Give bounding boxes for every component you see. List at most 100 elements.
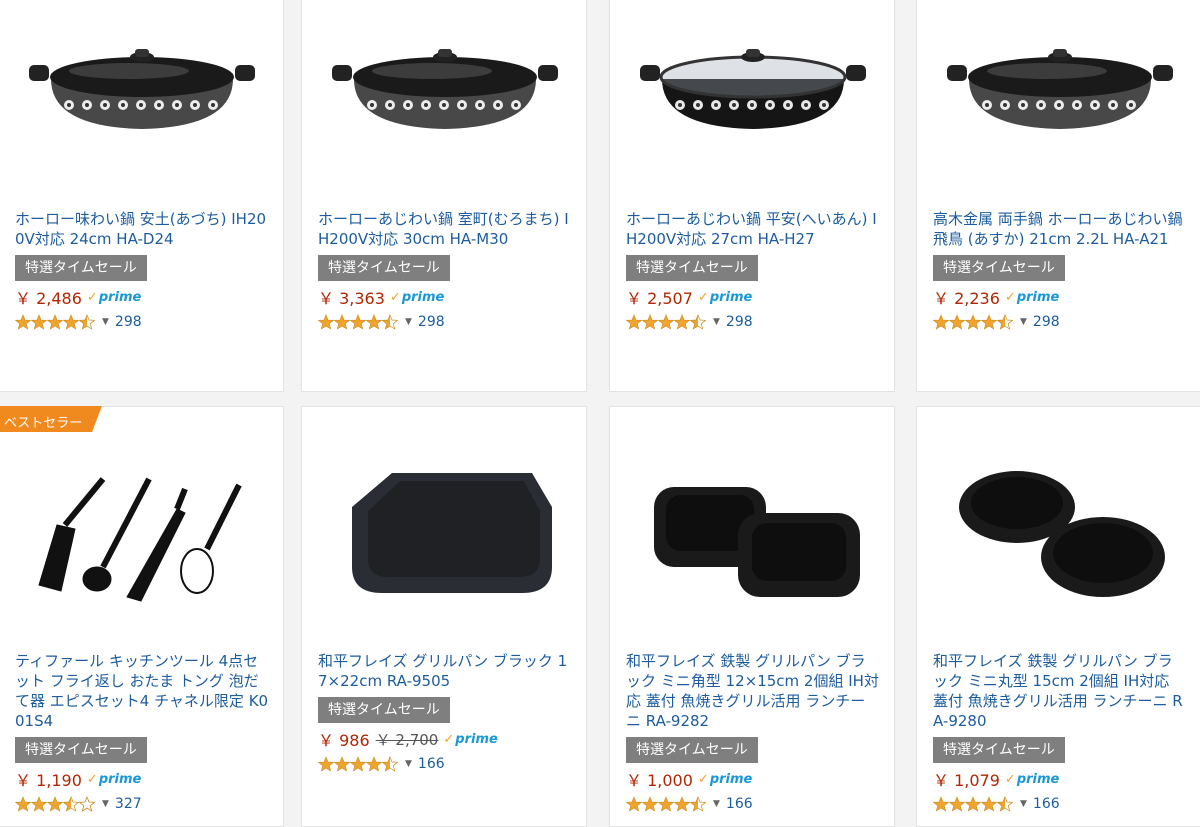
star-rating[interactable] (318, 756, 398, 772)
star-icon (47, 796, 63, 812)
price: ￥ 1,000 (626, 771, 693, 790)
review-count[interactable]: 298 (726, 314, 753, 330)
review-count[interactable]: 298 (418, 314, 445, 330)
star-icon (15, 796, 31, 812)
prime-label: prime (1016, 771, 1060, 787)
prime-label: prime (709, 289, 753, 305)
product-card[interactable]: ティファール キッチンツール 4点セット フライ返し おたま トング 泡だて器 … (0, 406, 284, 827)
star-icon (997, 796, 1013, 812)
chevron-down-icon[interactable]: ▼ (1020, 317, 1027, 327)
review-count[interactable]: 298 (1033, 314, 1060, 330)
product-card[interactable]: 和平フレイズ 鉄製 グリルパン ブラック ミニ角型 12×15cm 2個組 IH… (609, 406, 895, 827)
star-rating[interactable] (933, 314, 1013, 330)
star-icon (63, 796, 79, 812)
product-image[interactable] (610, 0, 894, 199)
product-title[interactable]: ホーローあじわい鍋 平安(へいあん) IH200V対応 27cm HA-H27 (626, 209, 880, 249)
chevron-down-icon[interactable]: ▼ (713, 317, 720, 327)
product-title[interactable]: 高木金属 両手鍋 ホーローあじわい鍋 飛鳥 (あすか) 21cm 2.2L HA… (933, 209, 1187, 249)
review-count[interactable]: 166 (726, 796, 753, 812)
product-image[interactable] (917, 407, 1200, 637)
product-title[interactable]: 和平フレイズ 鉄製 グリルパン ブラック ミニ丸型 15cm 2個組 IH対応 … (933, 651, 1187, 731)
product-card[interactable]: ホーローあじわい鍋 室町(むろまち) IH200V対応 30cm HA-M30 … (301, 0, 587, 392)
star-icon (63, 314, 79, 330)
chevron-down-icon[interactable]: ▼ (1020, 799, 1027, 809)
star-rating[interactable] (318, 314, 398, 330)
product-title[interactable]: 和平フレイズ グリルパン ブラック 17×22cm RA-9505 (318, 651, 572, 691)
price: ￥ 3,363 (318, 289, 385, 308)
product-image[interactable] (302, 0, 586, 199)
prime-label: prime (709, 771, 753, 787)
product-image[interactable] (0, 407, 283, 637)
star-icon (79, 796, 95, 812)
chevron-down-icon[interactable]: ▼ (713, 799, 720, 809)
product-image[interactable] (917, 0, 1200, 199)
star-icon (318, 314, 334, 330)
prime-badge: ✓ prime (87, 290, 141, 305)
product-card[interactable]: 和平フレイズ 鉄製 グリルパン ブラック ミニ丸型 15cm 2個組 IH対応 … (916, 406, 1200, 827)
deal-badge: 特選タイムセール (626, 737, 758, 763)
star-icon (933, 796, 949, 812)
check-icon: ✓ (86, 771, 98, 787)
star-rating[interactable] (15, 796, 95, 812)
check-icon: ✓ (86, 289, 98, 305)
star-icon (658, 314, 674, 330)
prime-label: prime (98, 771, 142, 787)
star-icon (674, 314, 690, 330)
check-icon: ✓ (1004, 771, 1016, 787)
bestseller-label: ベストセラー (4, 416, 83, 431)
product-card[interactable]: 和平フレイズ グリルパン ブラック 17×22cm RA-9505 特選タイムセ… (301, 406, 587, 827)
chevron-down-icon[interactable]: ▼ (405, 317, 412, 327)
star-icon (674, 796, 690, 812)
star-rating[interactable] (626, 314, 706, 330)
prime-badge: ✓ prime (390, 290, 444, 305)
star-icon (981, 314, 997, 330)
check-icon: ✓ (443, 731, 455, 747)
star-icon (350, 314, 366, 330)
star-icon (382, 756, 398, 772)
chevron-down-icon[interactable]: ▼ (102, 799, 109, 809)
star-icon (79, 314, 95, 330)
check-icon: ✓ (697, 289, 709, 305)
deal-badge: 特選タイムセール (626, 255, 758, 281)
product-title[interactable]: ティファール キッチンツール 4点セット フライ返し おたま トング 泡だて器 … (15, 651, 269, 731)
star-icon (15, 314, 31, 330)
star-icon (997, 314, 1013, 330)
product-card[interactable]: ホーロー味わい鍋 安土(あづち) IH200V対応 24cm HA-D24 特選… (0, 0, 284, 392)
list-price: ￥ 2,700 (375, 730, 439, 749)
star-icon (690, 796, 706, 812)
chevron-down-icon[interactable]: ▼ (102, 317, 109, 327)
star-icon (626, 314, 642, 330)
product-card[interactable]: ホーローあじわい鍋 平安(へいあん) IH200V対応 27cm HA-H27 … (609, 0, 895, 392)
prime-badge: ✓ prime (698, 772, 752, 787)
prime-badge: ✓ prime (87, 772, 141, 787)
prime-badge: ✓ prime (443, 732, 497, 747)
review-count[interactable]: 166 (418, 756, 445, 772)
deal-badge: 特選タイムセール (15, 255, 147, 281)
price: ￥ 986 (318, 731, 370, 750)
star-icon (47, 314, 63, 330)
product-title[interactable]: 和平フレイズ 鉄製 グリルパン ブラック ミニ角型 12×15cm 2個組 IH… (626, 651, 880, 731)
star-icon (31, 796, 47, 812)
product-card[interactable]: 高木金属 両手鍋 ホーローあじわい鍋 飛鳥 (あすか) 21cm 2.2L HA… (916, 0, 1200, 392)
product-title[interactable]: ホーロー味わい鍋 安土(あづち) IH200V対応 24cm HA-D24 (15, 209, 269, 249)
deal-badge: 特選タイムセール (318, 697, 450, 723)
star-rating[interactable] (933, 796, 1013, 812)
price: ￥ 1,079 (933, 771, 1000, 790)
review-count[interactable]: 327 (115, 796, 142, 812)
review-count[interactable]: 166 (1033, 796, 1060, 812)
star-icon (366, 756, 382, 772)
star-rating[interactable] (626, 796, 706, 812)
star-icon (981, 796, 997, 812)
review-count[interactable]: 298 (115, 314, 142, 330)
chevron-down-icon[interactable]: ▼ (405, 759, 412, 769)
star-rating[interactable] (15, 314, 95, 330)
product-image[interactable] (610, 407, 894, 637)
deal-badge: 特選タイムセール (318, 255, 450, 281)
prime-badge: ✓ prime (698, 290, 752, 305)
product-image[interactable] (302, 407, 586, 637)
price: ￥ 2,507 (626, 289, 693, 308)
prime-label: prime (98, 289, 142, 305)
star-icon (366, 314, 382, 330)
product-image[interactable] (0, 0, 283, 199)
product-title[interactable]: ホーローあじわい鍋 室町(むろまち) IH200V対応 30cm HA-M30 (318, 209, 572, 249)
